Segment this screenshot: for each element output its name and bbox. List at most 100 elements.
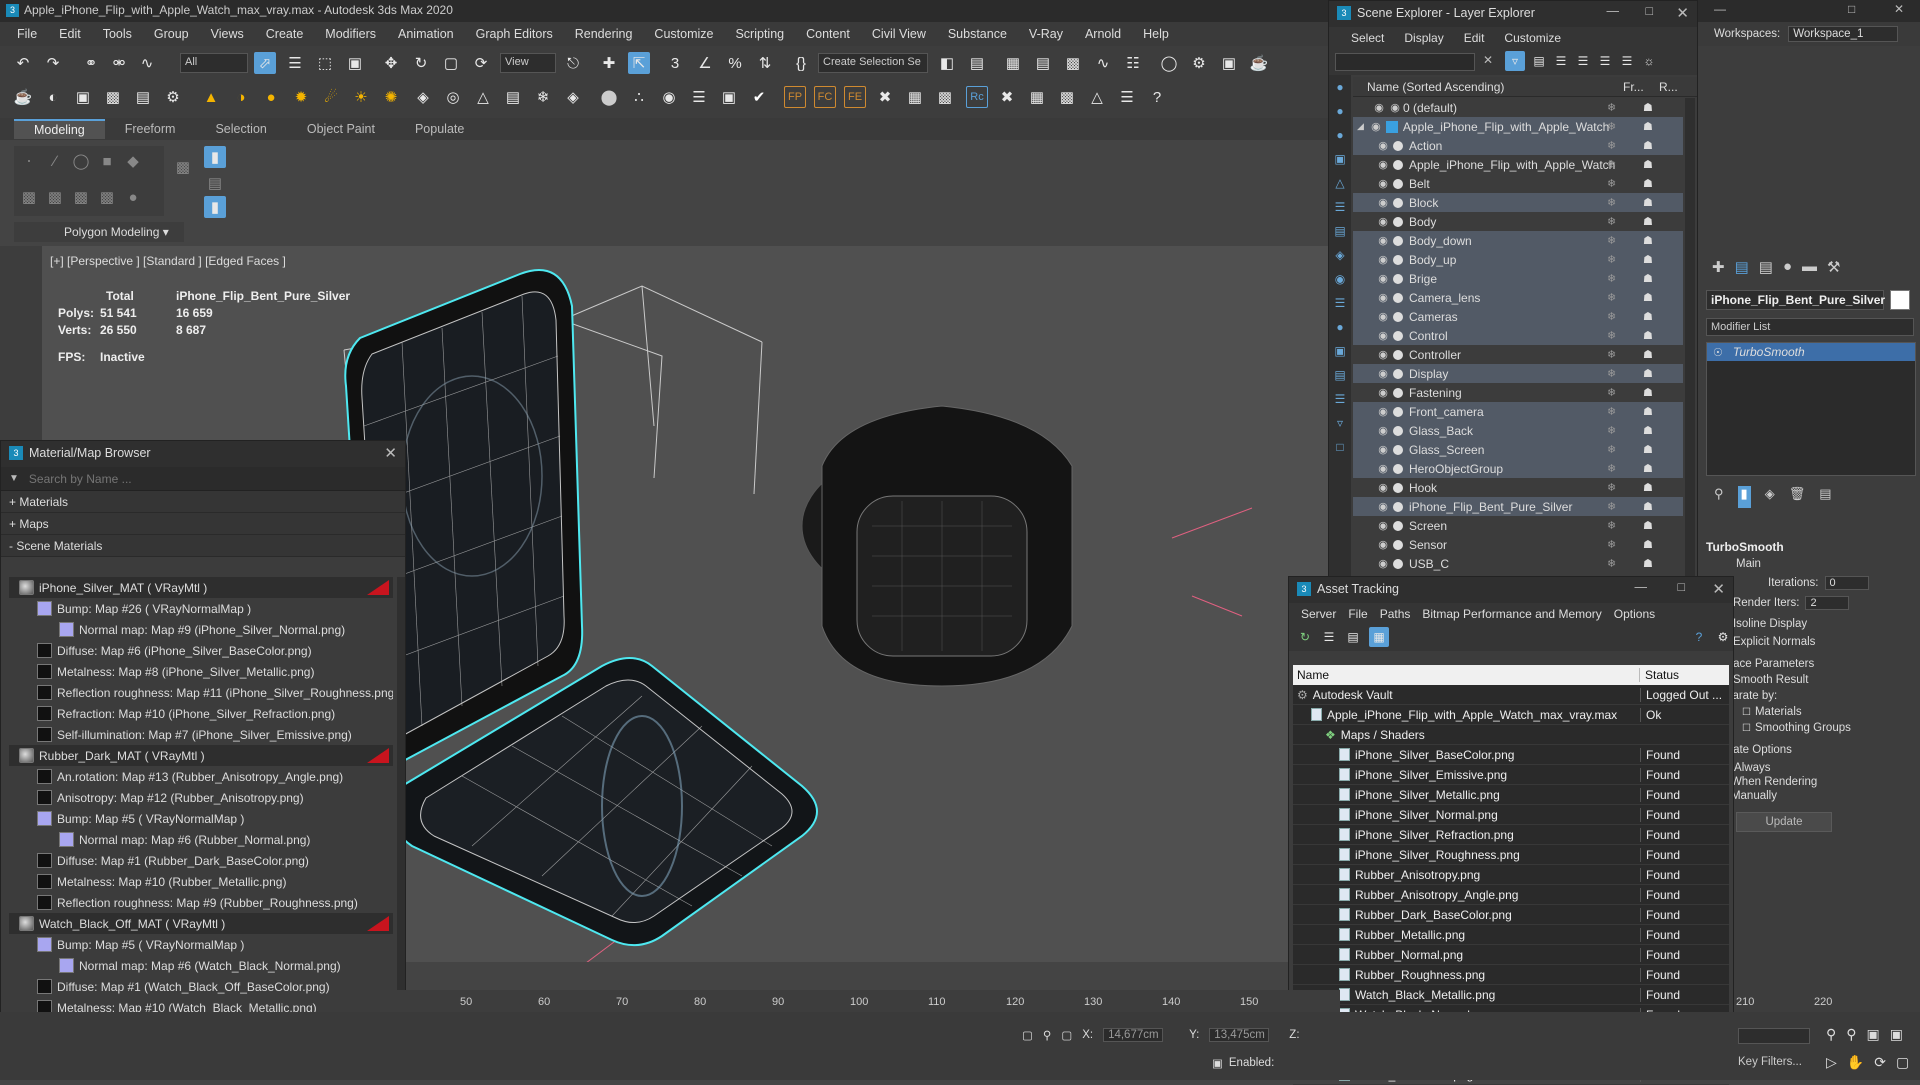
modifier-stack-item[interactable]: ☉ TurboSmooth	[1707, 343, 1915, 361]
visibility-eye-icon[interactable]: ◉	[1375, 310, 1391, 323]
ribbon-tab[interactable]: Freeform	[105, 120, 196, 138]
materials-checkbox[interactable]: ☐	[1742, 707, 1751, 718]
filter-icon[interactable]: ▿	[1505, 51, 1525, 71]
create-tab-icon[interactable]: ✚	[1712, 258, 1725, 280]
undo-icon[interactable]: ↶	[12, 52, 34, 74]
scene-explorer-row[interactable]: ◉ Body ❄ ☗	[1353, 212, 1683, 231]
asset-row[interactable]: Rubber_Roughness.png Found	[1293, 965, 1729, 985]
map-item[interactable]: Normal map: Map #6 (Watch_Black_Normal.p…	[9, 955, 393, 976]
settings-icon[interactable]: ⚙	[162, 86, 184, 108]
scene-explorer-row[interactable]: ◉ Body_down ❄ ☗	[1353, 231, 1683, 250]
object-name-field[interactable]: iPhone_Flip_Bent_Pure_Silver	[1706, 290, 1885, 310]
menu-item[interactable]: Civil View	[861, 27, 937, 41]
layer-explorer-icon[interactable]: ▤	[1032, 52, 1054, 74]
ribbon-tab[interactable]: Object Paint	[287, 120, 395, 138]
scene-explorer-row[interactable]: ◉ Cameras ❄ ☗	[1353, 307, 1683, 326]
map-item[interactable]: Bump: Map #26 ( VRayNormalMap )	[9, 598, 393, 619]
list-view-icon[interactable]: ☰	[1319, 627, 1339, 647]
scale-icon[interactable]: ▢	[440, 52, 462, 74]
asset-row[interactable]: Rubber_Normal.png Found	[1293, 945, 1729, 965]
material-section-header[interactable]: - Scene Materials	[1, 535, 405, 557]
menu-item[interactable]: Create	[255, 27, 315, 41]
modify-tab-icon[interactable]: ▤	[1735, 258, 1749, 280]
pan-icon[interactable]: ✋	[1847, 1054, 1864, 1071]
list-icon[interactable]: ☰	[1116, 86, 1138, 108]
visibility-eye-icon[interactable]: ◉	[1375, 329, 1391, 342]
select-by-name-icon[interactable]: ☰	[284, 52, 306, 74]
asset-tracking-menu-item[interactable]: Bitmap Performance and Memory	[1416, 607, 1607, 621]
asset-tracking-close-icon[interactable]: ✕	[1712, 580, 1725, 598]
renderable-icon[interactable]: ☗	[1643, 424, 1653, 437]
utilities-tab-icon[interactable]: ⚒	[1827, 258, 1840, 280]
renderable-icon[interactable]: ☗	[1643, 310, 1653, 323]
menu-item[interactable]: Customize	[643, 27, 724, 41]
renderable-icon[interactable]: ☗	[1643, 481, 1653, 494]
ribbon-tab[interactable]: Modeling	[14, 119, 105, 139]
renderable-icon[interactable]: ☗	[1643, 291, 1653, 304]
render-setup-icon[interactable]: ⚙	[1188, 52, 1210, 74]
menu-item[interactable]: Graph Editors	[465, 27, 564, 41]
asset-row[interactable]: iPhone_Silver_Roughness.png Found	[1293, 845, 1729, 865]
ignore-backfacing-icon[interactable]: ▩	[70, 186, 92, 208]
grid-toggle-icon[interactable]: ▣	[1212, 1056, 1223, 1070]
visibility-eye-icon[interactable]: ◉	[1375, 177, 1391, 190]
freeze-icon[interactable]: ❄	[1607, 234, 1616, 247]
map-item[interactable]: Diffuse: Map #1 (Rubber_Dark_BaseColor.p…	[9, 850, 393, 871]
menu-item[interactable]: Animation	[387, 27, 465, 41]
forest-color-icon[interactable]: FC	[814, 86, 836, 108]
map-item[interactable]: Refraction: Map #10 (iPhone_Silver_Refra…	[9, 703, 393, 724]
schematic-view-icon[interactable]: ☷	[1122, 52, 1144, 74]
table-view-icon[interactable]: ▦	[1369, 627, 1389, 647]
polygon-modeling-dropdown[interactable]: Polygon Modeling ▾	[14, 222, 184, 242]
configure-sets-icon[interactable]: ▤	[1819, 486, 1831, 508]
reference-coord-dropdown[interactable]: View	[500, 53, 556, 73]
clear-search-icon[interactable]: ✕	[1483, 53, 1493, 67]
asset-row[interactable]: iPhone_Silver_Emissive.png Found	[1293, 765, 1729, 785]
key-mode-dropdown[interactable]	[1738, 1028, 1810, 1044]
expand-arrow-icon[interactable]: ◢	[1357, 121, 1364, 132]
timeline-ruler[interactable]: 50 60 70 80 90 100 110 120 130 140 150	[380, 990, 1340, 1012]
menu-item[interactable]: Rendering	[564, 27, 644, 41]
visibility-eye-icon[interactable]: ◉	[1375, 500, 1391, 513]
map-item[interactable]: Self-illumination: Map #7 (iPhone_Silver…	[9, 724, 393, 745]
show-end-result-icon[interactable]: ▮	[1737, 486, 1751, 508]
renderable-icon[interactable]: ☗	[1643, 177, 1653, 190]
tree-icon[interactable]: △	[1086, 86, 1108, 108]
renderable-icon[interactable]: ☗	[1643, 158, 1653, 171]
vray-sphere-light-icon[interactable]: ●	[260, 86, 282, 108]
scene-explorer-row[interactable]: ◉ Glass_Back ❄ ☗	[1353, 421, 1683, 440]
visibility-eye-icon[interactable]: ◉	[1375, 139, 1391, 152]
select-object-icon[interactable]: ⬀	[254, 52, 276, 74]
map-item[interactable]: Normal map: Map #9 (iPhone_Silver_Normal…	[9, 619, 393, 640]
iterations-spinner[interactable]: 0	[1824, 576, 1869, 590]
visibility-eye-icon[interactable]: ◉	[1375, 557, 1391, 570]
freeze-icon[interactable]: ❄	[1607, 386, 1616, 399]
asset-col-status[interactable]: Status	[1640, 668, 1679, 682]
visibility-eye-icon[interactable]: ◉	[1375, 348, 1391, 361]
motion-tab-icon[interactable]: ●	[1783, 258, 1792, 280]
vray-mesh-icon[interactable]: ◎	[442, 86, 464, 108]
freeze-icon[interactable]: ❄	[1607, 481, 1616, 494]
selection-filter-dropdown[interactable]: All	[180, 53, 248, 73]
ribbon-tab[interactable]: Selection	[195, 120, 286, 138]
freeze-icon[interactable]: ❄	[1607, 462, 1616, 475]
railclone-icon[interactable]: Rc	[966, 86, 988, 108]
renderable-icon[interactable]: ☗	[1643, 139, 1653, 152]
snaps-toggle-icon[interactable]: 3	[664, 52, 686, 74]
map-item[interactable]: Reflection roughness: Map #11 (iPhone_Si…	[9, 682, 393, 703]
render-frame-icon[interactable]: ▣	[1218, 52, 1240, 74]
align-icon[interactable]: ▤	[966, 52, 988, 74]
edit-named-selection-icon[interactable]: {}	[790, 52, 812, 74]
freeze-icon[interactable]: ❄	[1607, 329, 1616, 342]
freeze-icon[interactable]: ❄	[1607, 196, 1616, 209]
add-to-layer-icon[interactable]: ☰	[1573, 51, 1593, 71]
material-section-header[interactable]: + Materials	[1, 491, 405, 513]
freeze-icon[interactable]: ❄	[1607, 253, 1616, 266]
scene-explorer-row[interactable]: ◢ ◉ Apple_iPhone_Flip_with_Apple_Watch ❄ ☗	[1353, 117, 1683, 136]
pivot-center-icon[interactable]: ⎋	[562, 52, 584, 74]
remove-modifier-icon[interactable]: 🗑	[1789, 486, 1806, 508]
map-item[interactable]: Bump: Map #5 ( VRayNormalMap )	[9, 934, 393, 955]
ribbon-option-icon[interactable]: ▩	[172, 156, 194, 178]
orbit-icon[interactable]: ⟳	[1874, 1054, 1886, 1071]
border-icon[interactable]: ◯	[70, 150, 92, 172]
